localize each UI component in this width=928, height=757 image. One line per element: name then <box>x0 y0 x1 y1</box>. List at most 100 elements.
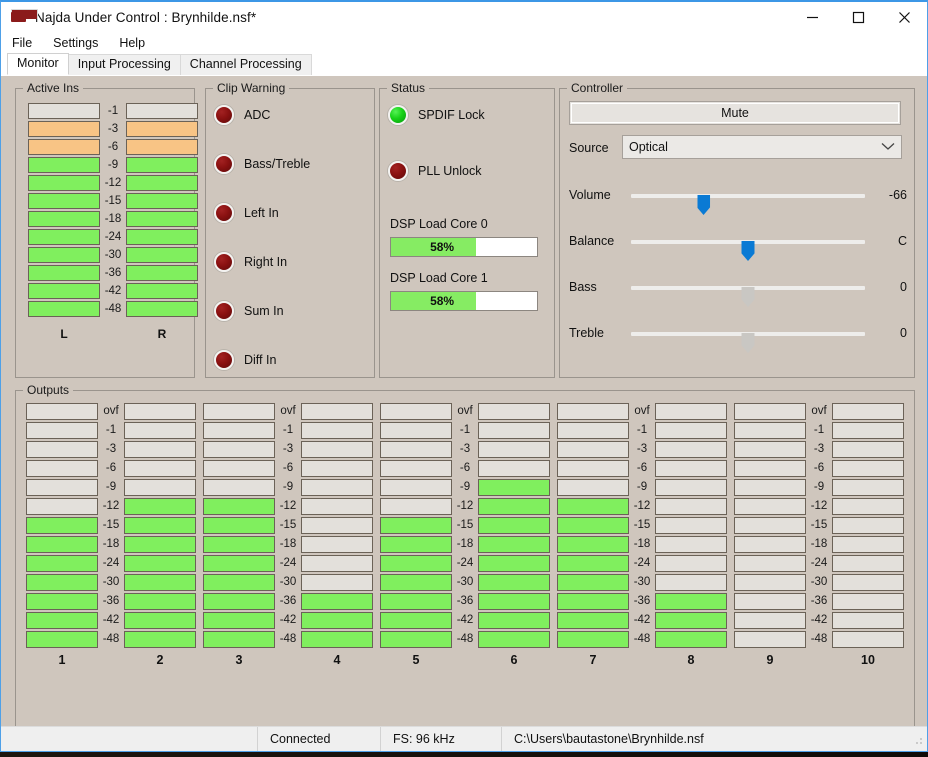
scale-label: -1 <box>814 422 824 439</box>
meter-segment <box>28 103 100 119</box>
meter-segment <box>203 517 275 534</box>
scale-label: -42 <box>103 612 120 629</box>
scale-label: -6 <box>106 460 116 477</box>
status-led-label: PLL Unlock <box>418 164 481 178</box>
scale-label: -24 <box>280 555 297 572</box>
status-led-row: PLL Unlock <box>388 161 481 181</box>
meter-segment <box>124 498 196 515</box>
spacer <box>373 403 380 650</box>
menu-item-file[interactable]: File <box>10 34 41 52</box>
scale-label: -9 <box>637 479 647 496</box>
maximize-button[interactable] <box>835 2 881 32</box>
meter-segment <box>28 247 100 263</box>
clip-led-label: Right In <box>244 255 287 269</box>
meter-segment <box>832 441 904 458</box>
slider-thumb[interactable] <box>742 333 755 353</box>
scale-label: -15 <box>634 517 651 534</box>
meter-segment <box>126 211 198 227</box>
meter-segment <box>557 574 629 591</box>
tab-monitor[interactable]: Monitor <box>7 53 69 75</box>
output-meter-pair: ovf-1-3-6-9-12-15-18-24-30-36-42-48 <box>203 403 373 650</box>
meter-segment <box>28 121 100 137</box>
monitor-tab-content: Active Ins -1-3-6-9-12-15-18-24-30-36-42… <box>1 76 927 726</box>
output-label-pair: 910 <box>734 653 904 667</box>
meter-segment <box>557 593 629 610</box>
slider-thumb[interactable] <box>742 241 755 261</box>
meter-segment <box>203 479 275 496</box>
menu-item-help[interactable]: Help <box>117 34 154 52</box>
slider-balance[interactable]: BalanceC <box>569 231 907 253</box>
meter-segment <box>380 593 452 610</box>
meter-segment <box>380 631 452 648</box>
slider-track[interactable] <box>631 194 865 198</box>
scale-label: -48 <box>811 631 828 648</box>
resize-grip-icon[interactable] <box>910 732 924 746</box>
meter-segment <box>478 536 550 553</box>
slider-thumb[interactable] <box>742 287 755 307</box>
scale-label: -15 <box>811 517 828 534</box>
status-bar-connection: Connected <box>257 727 380 751</box>
scale-label: -6 <box>460 460 470 477</box>
close-button[interactable] <box>881 2 927 32</box>
meter-segment <box>26 593 98 610</box>
active-ins-meter-L <box>28 103 100 319</box>
meter-segment <box>301 403 373 420</box>
output-scale: ovf-1-3-6-9-12-15-18-24-30-36-42-48 <box>452 403 478 650</box>
meter-segment <box>26 631 98 648</box>
scale-label: -36 <box>457 593 474 610</box>
scale-label: -9 <box>108 157 118 173</box>
meter-segment <box>301 422 373 439</box>
meter-segment <box>734 536 806 553</box>
slider-bass[interactable]: Bass0 <box>569 277 907 299</box>
scale-label: -48 <box>105 301 122 317</box>
status-bar-pad <box>1 727 257 751</box>
meter-segment <box>557 479 629 496</box>
output-meter-4 <box>301 403 373 650</box>
meter-segment <box>478 593 550 610</box>
meter-segment <box>557 422 629 439</box>
slider-value: 0 <box>867 326 907 340</box>
slider-track[interactable] <box>631 240 865 244</box>
slider-volume[interactable]: Volume-66 <box>569 185 907 207</box>
output-label-pair: 12 <box>26 653 196 667</box>
meter-segment <box>126 121 198 137</box>
output-scale: ovf-1-3-6-9-12-15-18-24-30-36-42-48 <box>275 403 301 650</box>
tab-input-processing[interactable]: Input Processing <box>68 54 181 75</box>
meter-segment <box>380 441 452 458</box>
slider-track[interactable] <box>631 286 865 290</box>
controller-mute-button[interactable]: Mute <box>569 101 901 125</box>
meter-segment <box>28 211 100 227</box>
output-scale: ovf-1-3-6-9-12-15-18-24-30-36-42-48 <box>806 403 832 650</box>
meter-segment <box>301 555 373 572</box>
meter-segment <box>380 536 452 553</box>
scale-label: -15 <box>105 193 122 209</box>
status-bar-file-path: C:\Users\bautastone\Brynhilde.nsf <box>501 727 910 751</box>
menu-item-settings[interactable]: Settings <box>51 34 107 52</box>
slider-thumb[interactable] <box>697 195 710 215</box>
title-bar: Najda Under Control : Brynhilde.nsf* <box>1 2 927 32</box>
clip-led-row: Bass/Treble <box>214 154 310 174</box>
scale-label: -1 <box>283 422 293 439</box>
meter-segment <box>301 498 373 515</box>
chevron-down-icon <box>881 140 895 154</box>
minimize-button[interactable] <box>789 2 835 32</box>
meter-segment <box>124 517 196 534</box>
meter-segment <box>26 536 98 553</box>
spacer <box>806 653 832 667</box>
scale-label: ovf <box>457 403 472 420</box>
meter-segment <box>126 283 198 299</box>
meter-segment <box>832 517 904 534</box>
meter-segment <box>26 498 98 515</box>
meter-segment <box>655 612 727 629</box>
slider-treble[interactable]: Treble0 <box>569 323 907 345</box>
meter-segment <box>203 574 275 591</box>
meter-segment <box>28 283 100 299</box>
tab-channel-processing[interactable]: Channel Processing <box>180 54 312 75</box>
meter-segment <box>655 555 727 572</box>
clip-warning-legend: Clip Warning <box>213 81 289 95</box>
scale-label: -12 <box>105 175 122 191</box>
source-select[interactable]: Optical <box>622 135 902 159</box>
meter-segment <box>301 460 373 477</box>
meter-segment <box>124 555 196 572</box>
slider-track[interactable] <box>631 332 865 336</box>
